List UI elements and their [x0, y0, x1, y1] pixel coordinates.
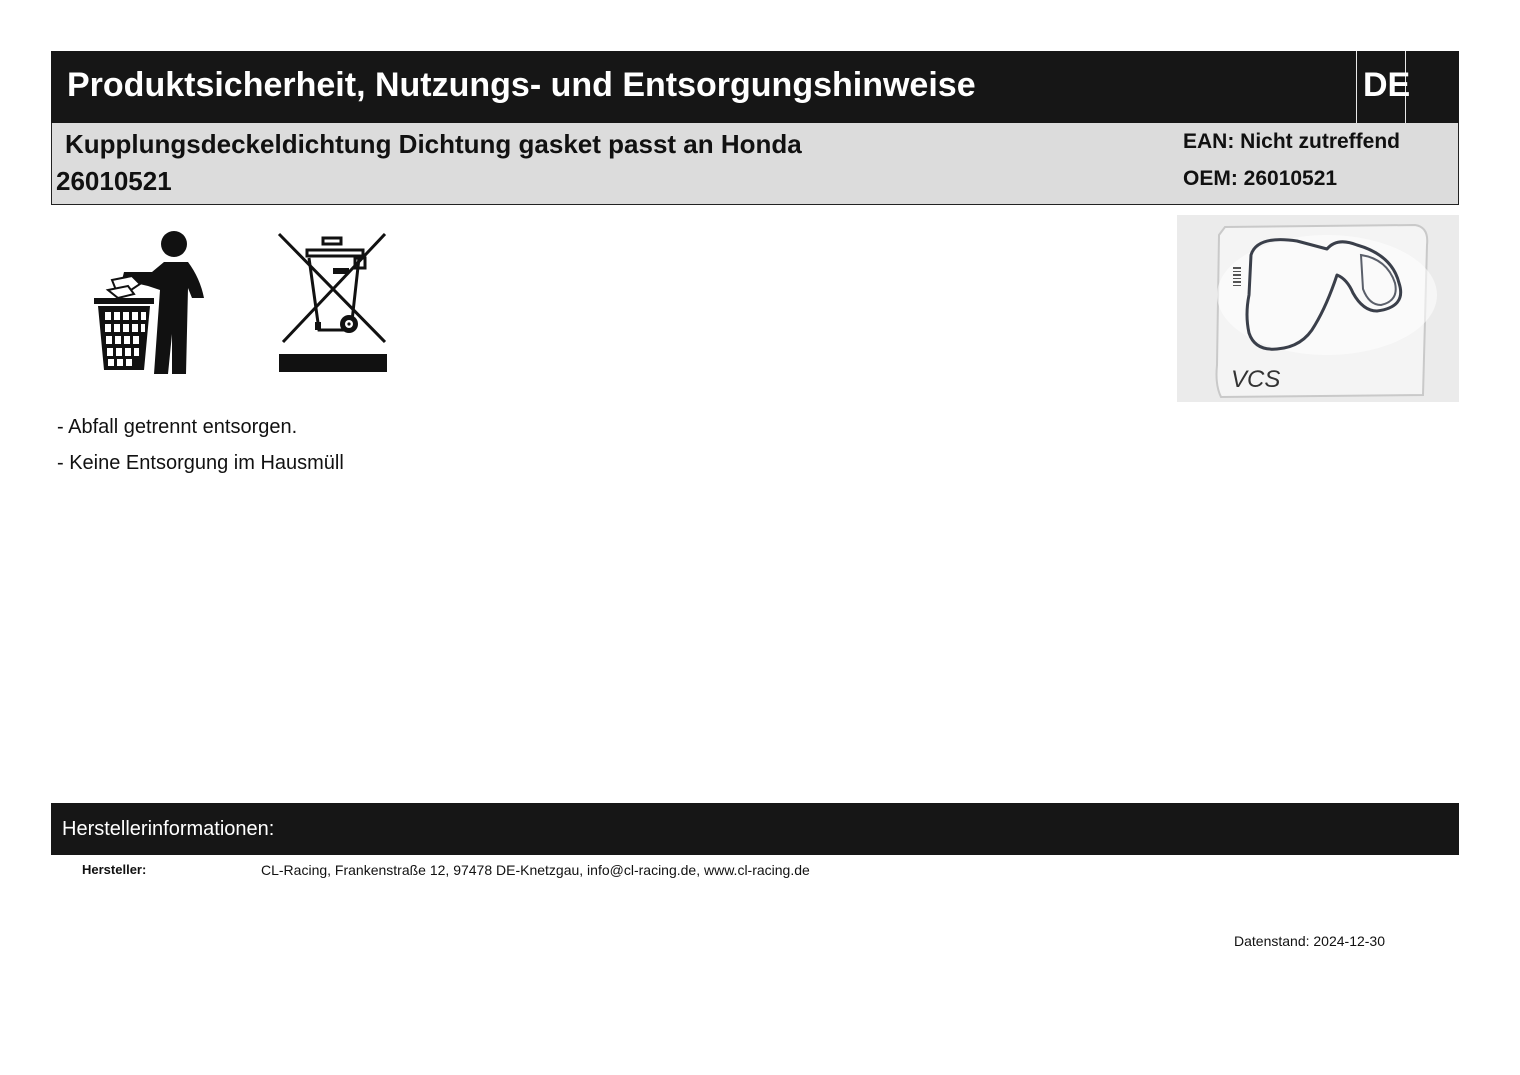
page-title: Produktsicherheit, Nutzungs- und Entsorg…	[67, 66, 976, 104]
product-info-bar: Kupplungsdeckeldichtung Dichtung gasket …	[51, 123, 1459, 205]
product-number: 26010521	[56, 166, 172, 196]
tidyman-disposal-icon	[94, 231, 204, 374]
language-code: DE	[1363, 66, 1411, 104]
photo-handwriting: VCS	[1231, 366, 1280, 393]
oem-label: OEM: 26010521	[1183, 167, 1338, 190]
crossed-out-wheelie-bin-icon	[277, 232, 387, 372]
ean-label: EAN: Nicht zutreffend	[1183, 130, 1400, 153]
manufacturer-bar: Herstellerinformationen:	[51, 803, 1459, 855]
data-date: Datenstand: 2024-12-30	[1234, 933, 1385, 949]
manufacturer-section-title: Herstellerinformationen:	[62, 818, 275, 840]
note-no-household-waste: - Keine Entsorgung im Hausmüll	[57, 452, 344, 474]
product-name: Kupplungsdeckeldichtung Dichtung gasket …	[65, 129, 802, 159]
manufacturer-value: CL-Racing, Frankenstraße 12, 97478 DE-Kn…	[261, 862, 810, 878]
title-bar: Produktsicherheit, Nutzungs- und Entsorg…	[51, 51, 1459, 123]
note-separate-disposal: - Abfall getrennt entsorgen.	[57, 416, 298, 438]
manufacturer-label: Hersteller:	[82, 862, 147, 877]
language-box: DE	[1356, 51, 1410, 123]
product-photo: VCS	[1177, 215, 1459, 402]
